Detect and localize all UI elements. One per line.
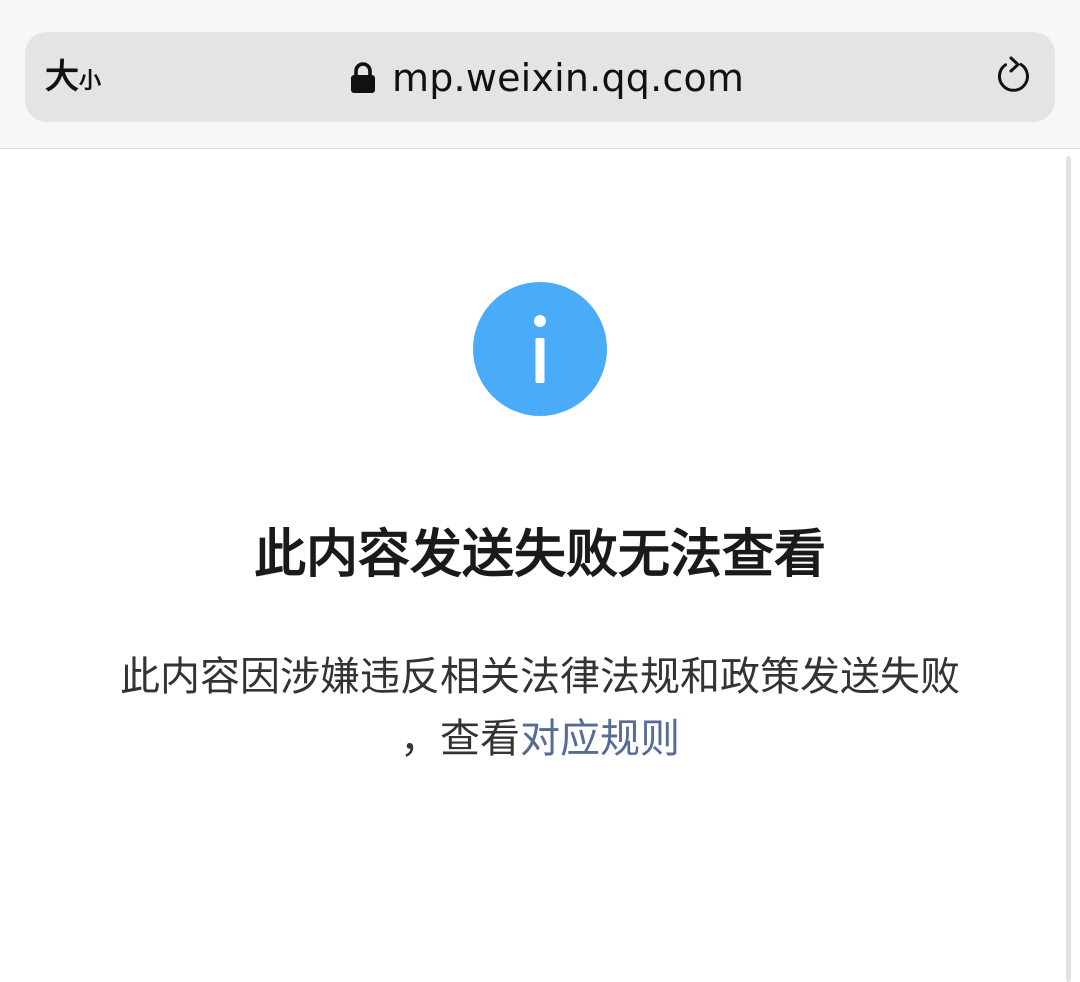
reload-icon[interactable]	[991, 55, 1035, 99]
rules-link[interactable]: 对应规则	[520, 716, 680, 762]
lock-icon	[351, 62, 375, 93]
error-message: 此内容因涉嫌违反相关法律法规和政策发送失败 ，查看对应规则	[80, 646, 1000, 770]
page-title: 此内容发送失败无法查看	[253, 525, 826, 585]
message-line-1: 此内容因涉嫌违反相关法律法规和政策发送失败	[120, 654, 960, 700]
url-display[interactable]: mp.weixin.qq.com	[350, 53, 744, 103]
text-size-large-label: 大	[45, 57, 79, 97]
message-line-2-prefix: ，查看	[400, 716, 520, 762]
browser-toolbar: 大小 mp.weixin.qq.com	[0, 0, 1080, 149]
address-bar[interactable]: 大小 mp.weixin.qq.com	[25, 32, 1055, 122]
text-size-button[interactable]: 大小	[45, 57, 101, 102]
url-text: mp.weixin.qq.com	[392, 56, 745, 100]
info-icon	[473, 282, 607, 416]
text-size-small-label: 小	[79, 69, 102, 94]
